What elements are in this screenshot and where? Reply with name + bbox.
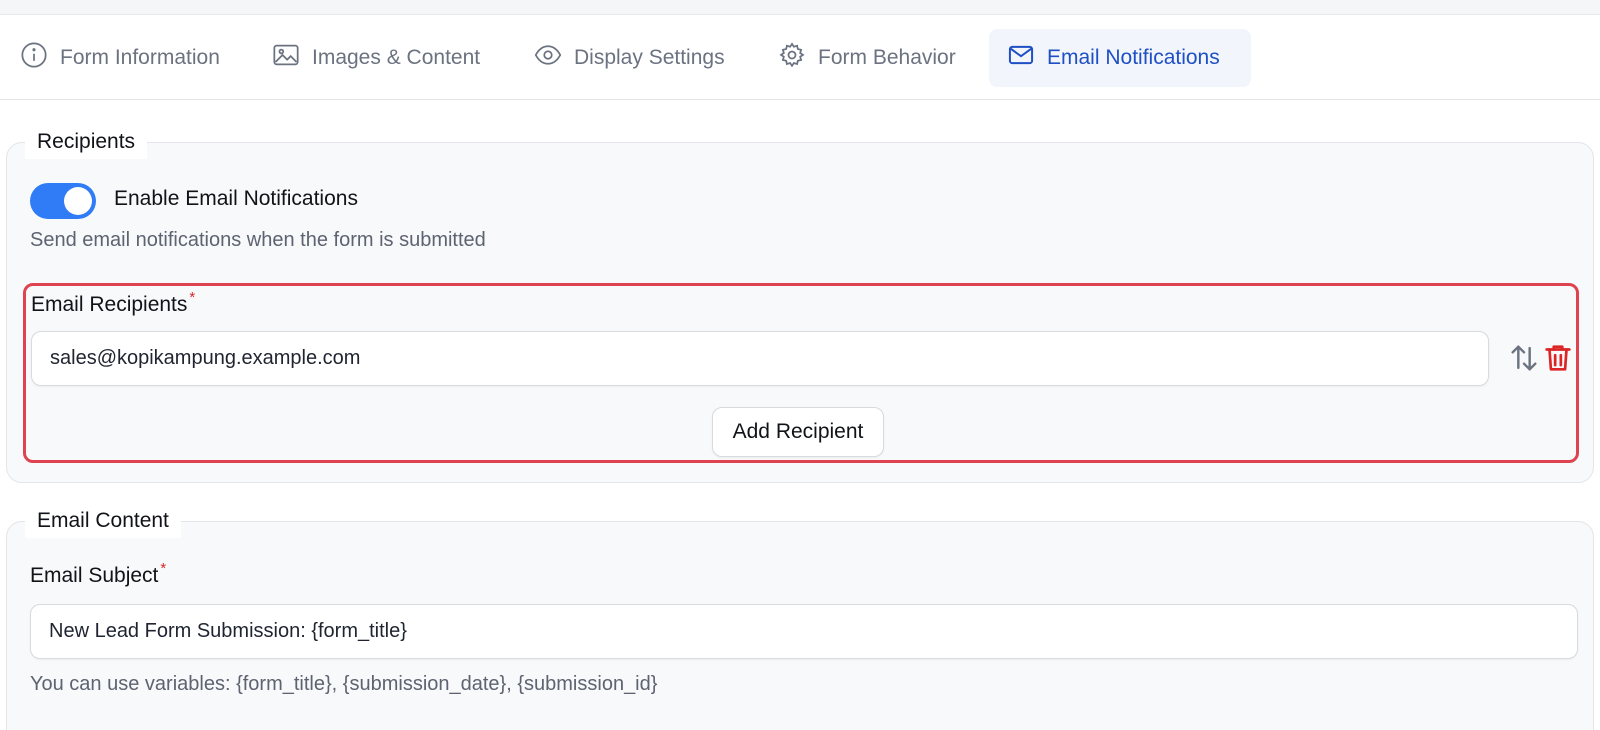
email-subject-label: Email Subject * [30,560,166,588]
tab-display-settings[interactable]: Display Settings [516,29,743,87]
mail-icon [1007,41,1035,75]
required-asterisk: * [160,560,167,577]
toggle-knob [64,187,92,215]
section-legend: Email Content [25,504,181,538]
tab-bar: Form Information Images & Content Displa… [0,15,1600,100]
email-subject-label-text: Email Subject [30,564,159,587]
tab-form-information[interactable]: Form Information [2,29,238,87]
top-strip [0,0,1600,15]
required-asterisk: * [189,289,196,306]
add-recipient-button[interactable]: Add Recipient [712,407,884,457]
tab-form-behavior[interactable]: Form Behavior [760,29,974,87]
email-recipients-field-group: Email Recipients * sales@kopikampung.exam… [23,283,1579,463]
tab-images-content[interactable]: Images & Content [254,29,498,87]
delete-recipient-icon[interactable] [1541,341,1575,375]
notifications-help-text: Send email notifications when the form i… [30,229,486,251]
info-icon [20,41,48,75]
gear-icon [778,41,806,75]
email-subject-value: New Lead Form Submission: {form_title} [49,620,407,642]
recipients-section: Recipients Enable Email Notifications Se… [6,125,1594,483]
email-content-section: Email Content Email Subject * New Lead Fo… [6,504,1594,730]
reorder-icon[interactable] [1507,341,1541,375]
enable-notifications-toggle[interactable] [30,183,96,219]
tab-label: Images & Content [312,46,481,69]
section-legend: Recipients [25,125,148,159]
tab-label: Form Information [60,46,220,69]
tab-label: Display Settings [574,46,725,69]
recipient-email-value: sales@kopikampung.example.com [50,347,361,369]
recipient-email-input[interactable]: sales@kopikampung.example.com [31,331,1489,386]
tab-email-notifications[interactable]: Email Notifications [989,29,1251,87]
tab-label: Form Behavior [818,46,956,69]
toggle-label: Enable Email Notifications [114,187,358,210]
email-recipients-label-text: Email Recipients [31,293,188,316]
tab-label: Email Notifications [1047,46,1220,69]
subject-variables-help-text: You can use variables: {form_title}, {su… [30,673,658,695]
email-subject-input[interactable]: New Lead Form Submission: {form_title} [30,604,1578,659]
eye-icon [534,41,562,75]
email-recipients-label: Email Recipients * [31,289,195,317]
image-icon [272,41,300,75]
